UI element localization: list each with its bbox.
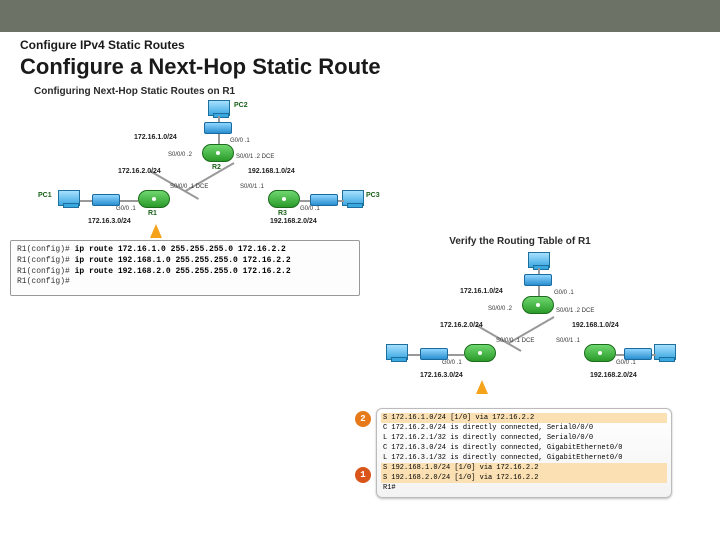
- pc1-label: PC1: [38, 192, 52, 199]
- iface-r2-s000: S0/0/0 .2: [168, 152, 192, 158]
- r3-label: R3: [278, 210, 287, 217]
- net-pc3b: 192.168.2.0/24: [590, 372, 637, 379]
- cli-prompt: R1(config)#: [17, 277, 70, 286]
- cli-line: R1(config)# ip route 192.168.2.0 255.255…: [17, 267, 353, 278]
- rt-row: L 172.16.2.1/32 is directly connected, S…: [381, 433, 667, 443]
- switch-topb-icon: [524, 274, 552, 286]
- iface-r2-s001: S0/0/1 .2 DCE: [236, 154, 274, 160]
- link: [218, 134, 220, 144]
- switch-left-icon: [92, 194, 120, 206]
- iface-r1-g0: G0/0 .1: [116, 206, 136, 212]
- net-pc2: 172.16.1.0/24: [134, 134, 177, 141]
- switch-top-icon: [204, 122, 232, 134]
- kicker: Configure IPv4 Static Routes: [20, 38, 700, 52]
- link: [616, 354, 624, 356]
- cli-cmd: ip route 192.168.1.0 255.255.255.0 172.1…: [75, 256, 291, 265]
- link: [300, 200, 310, 202]
- net-r1r2: 172.16.2.0/24: [118, 168, 161, 175]
- pc3-icon: [342, 190, 364, 206]
- figure-verify-routes: Verify the Routing Table of R1 172.16.1.…: [370, 234, 670, 404]
- link: [448, 354, 464, 356]
- link: [652, 354, 656, 356]
- iface-r3-g0: G0/0 .1: [300, 206, 320, 212]
- cli-cmd: ip route 172.16.1.0 255.255.255.0 172.16…: [75, 245, 286, 254]
- iface-r2b-s001: S0/0/1 .2 DCE: [556, 308, 594, 314]
- rt-row: C 172.16.3.0/24 is directly connected, G…: [381, 443, 667, 453]
- rt-row: S 192.168.2.0/24 [1/0] via 172.16.2.2: [381, 473, 667, 483]
- iface-r2b-s000: S0/0/0 .2: [488, 306, 512, 312]
- r1b-icon: [464, 344, 496, 362]
- link: [538, 268, 540, 274]
- net-r2r3b: 192.168.1.0/24: [572, 322, 619, 329]
- r3-icon: [268, 190, 300, 208]
- iface-r2b-g0: G0/0 .1: [554, 290, 574, 296]
- cli-prompt: R1(config)#: [17, 245, 70, 254]
- pc2-label: PC2: [234, 102, 248, 109]
- marker-2-icon: 2: [355, 411, 371, 427]
- link: [538, 286, 540, 296]
- cli-line: R1(config)# ip route 192.168.1.0 255.255…: [17, 256, 353, 267]
- net-pc1b: 172.16.3.0/24: [420, 372, 463, 379]
- iface-r1b-s000: S0/0/0 .1 DCE: [496, 338, 534, 344]
- marker-2-label: 2: [360, 414, 365, 424]
- arrow-icon: [150, 224, 162, 238]
- cli-line: R1(config)#: [17, 277, 353, 288]
- net-pc1: 172.16.3.0/24: [88, 218, 131, 225]
- pc3-label: PC3: [366, 192, 380, 199]
- pc3b-icon: [654, 344, 676, 360]
- headings: Configure IPv4 Static Routes Configure a…: [0, 32, 720, 84]
- net-pc2b: 172.16.1.0/24: [460, 288, 503, 295]
- cli-line: R1(config)# ip route 172.16.1.0 255.255.…: [17, 245, 353, 256]
- pc2-icon: [208, 100, 230, 116]
- switch-leftb-icon: [420, 348, 448, 360]
- cli-prompt: R1(config)#: [17, 267, 70, 276]
- r2-icon: [202, 144, 234, 162]
- r1-icon: [138, 190, 170, 208]
- link: [408, 354, 420, 356]
- link: [80, 200, 92, 202]
- net-r2r3: 192.168.1.0/24: [248, 168, 295, 175]
- marker-1-label: 1: [360, 470, 365, 480]
- cli-prompt: R1(config)#: [17, 256, 70, 265]
- marker-1-icon: 1: [355, 467, 371, 483]
- rt-row: C 172.16.2.0/24 is directly connected, S…: [381, 423, 667, 433]
- rt-row: S 172.16.1.0/24 [1/0] via 172.16.2.2: [381, 413, 667, 423]
- iface-r2-g0: G0/0 .1: [230, 138, 250, 144]
- figure1-title: Configuring Next-Hop Static Routes on R1: [30, 84, 360, 99]
- rt-row: L 172.16.3.1/32 is directly connected, G…: [381, 453, 667, 463]
- net-r1r2b: 172.16.2.0/24: [440, 322, 483, 329]
- r2b-icon: [522, 296, 554, 314]
- iface-r1b-g0: G0/0 .1: [442, 360, 462, 366]
- arrow-icon: [476, 380, 488, 394]
- page-title: Configure a Next-Hop Static Route: [20, 54, 700, 80]
- rt-row: R1#: [381, 483, 667, 493]
- figure2-title: Verify the Routing Table of R1: [370, 234, 670, 249]
- switch-rightb-icon: [624, 348, 652, 360]
- r1-label: R1: [148, 210, 157, 217]
- link: [218, 116, 220, 122]
- pc1-icon: [58, 190, 80, 206]
- switch-right-icon: [310, 194, 338, 206]
- figure-config-routes: Configuring Next-Hop Static Routes on R1…: [30, 84, 360, 244]
- iface-r3b-s001: S0/0/1 .1: [556, 338, 580, 344]
- pc1b-icon: [386, 344, 408, 360]
- iface-r1-s000: S0/0/0 .1 DCE: [170, 184, 208, 190]
- link: [120, 200, 138, 202]
- link: [338, 200, 344, 202]
- routing-table-panel: 2 S 172.16.1.0/24 [1/0] via 172.16.2.2 C…: [376, 408, 672, 498]
- cli-output: R1(config)# ip route 172.16.1.0 255.255.…: [10, 240, 360, 296]
- title-bar: [0, 0, 720, 32]
- pc2b-icon: [528, 252, 550, 268]
- cli-cmd: ip route 192.168.2.0 255.255.255.0 172.1…: [75, 267, 291, 276]
- r3b-icon: [584, 344, 616, 362]
- content-area: Configuring Next-Hop Static Routes on R1…: [0, 84, 720, 90]
- rt-row: S 192.168.1.0/24 [1/0] via 172.16.2.2: [381, 463, 667, 473]
- net-pc3: 192.168.2.0/24: [270, 218, 317, 225]
- iface-r3b-g0: G0/0 .1: [616, 360, 636, 366]
- iface-r3-s001: S0/0/1 .1: [240, 184, 264, 190]
